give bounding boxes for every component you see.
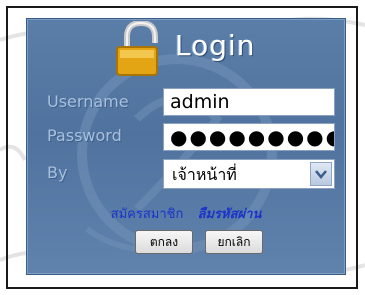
by-label: By xyxy=(47,163,68,182)
login-links: สมัครสมาชิก ลืมรหัสผ่าน xyxy=(27,203,345,224)
ok-button[interactable]: ตกลง xyxy=(135,230,193,254)
register-link[interactable]: สมัครสมาชิก xyxy=(111,207,184,222)
password-label: Password xyxy=(47,126,122,145)
username-input[interactable] xyxy=(163,88,335,116)
chevron-down-icon[interactable] xyxy=(310,162,332,186)
forgot-password-link[interactable]: ลืมรหัสผ่าน xyxy=(198,207,262,222)
username-label: Username xyxy=(47,92,129,111)
cancel-button[interactable]: ยกเลิก xyxy=(205,230,263,254)
role-select[interactable]: เจ้าหน้าที่ xyxy=(163,159,335,189)
login-title: Login xyxy=(175,29,256,62)
lock-icon xyxy=(116,21,158,76)
role-select-value: เจ้าหน้าที่ xyxy=(172,165,237,184)
password-input[interactable] xyxy=(163,123,335,151)
login-panel: Login Username Password By เจ้าหน้าที่ ส… xyxy=(26,18,346,275)
